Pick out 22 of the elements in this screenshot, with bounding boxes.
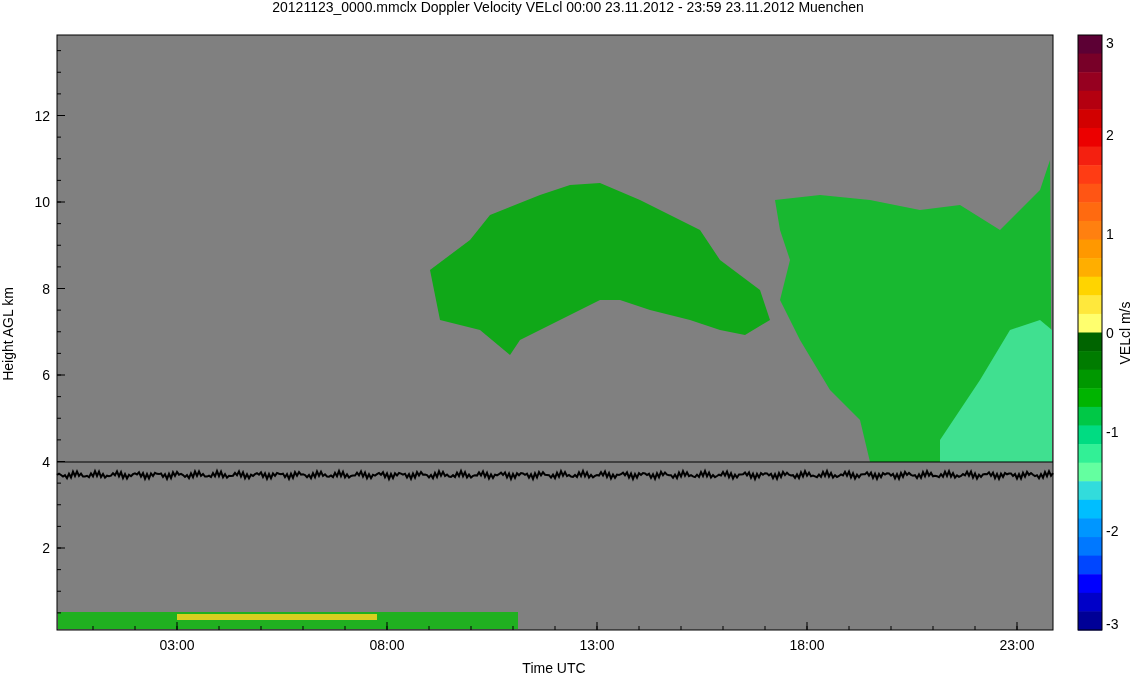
y-tick-label: 10: [34, 194, 50, 210]
colorbar-tick-label: 1: [1106, 226, 1114, 242]
y-tick-label: 8: [42, 280, 50, 297]
colorbar-tick-label: -3: [1106, 616, 1119, 632]
colorbar-label: VELcl m/s: [1117, 301, 1133, 365]
colorbar-tick-label: 3: [1106, 35, 1114, 51]
colorbar-tick-label: -1: [1106, 424, 1119, 440]
colorbar-tick-label: 2: [1106, 127, 1114, 143]
colorbar-tick-label: 0: [1106, 325, 1114, 341]
x-tick-label: 08:00: [369, 637, 405, 653]
y-tick-label: 12: [34, 107, 50, 124]
y-tick-label: 4: [42, 453, 50, 470]
y-tick-label: 6: [42, 367, 50, 383]
y-axis-label: Height AGL km: [0, 287, 16, 381]
x-tick-label: 13:00: [579, 637, 615, 653]
y-tick-label: 2: [42, 540, 50, 556]
x-tick-label: 03:00: [159, 637, 195, 653]
colorbar-tick-label: -2: [1106, 523, 1119, 539]
chart-title: 20121123_0000.mmclx Doppler Velocity VELcl 00:00 23.11.2012 - 23:59 23.11.2012 Muenchen: [272, 0, 864, 15]
x-tick-label: 23:00: [999, 637, 1035, 653]
x-tick-label: 18:00: [789, 637, 825, 653]
x-axis-label: Time UTC: [522, 660, 586, 676]
